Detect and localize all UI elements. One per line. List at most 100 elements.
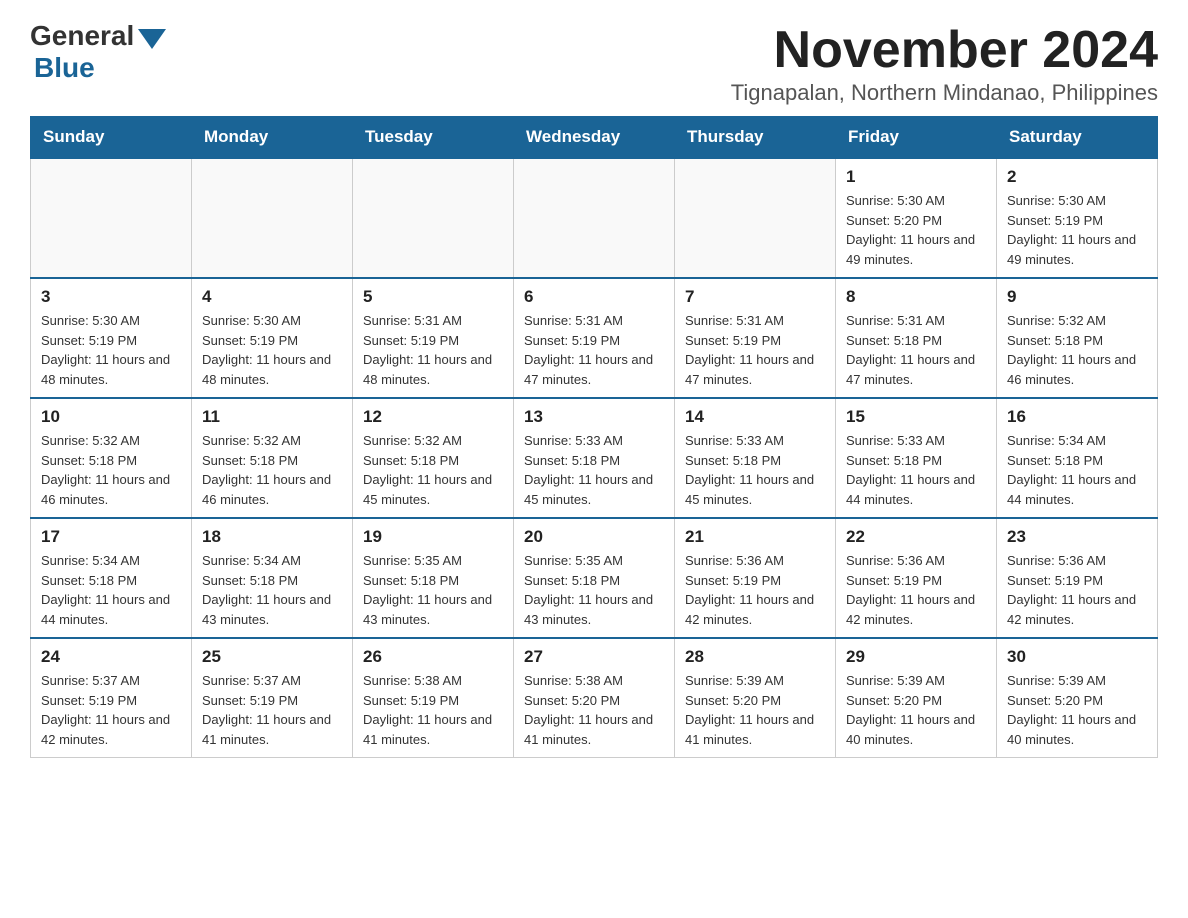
calendar-cell: 20 Sunrise: 5:35 AM Sunset: 5:18 PM Dayli… — [514, 518, 675, 638]
calendar-cell: 3 Sunrise: 5:30 AM Sunset: 5:19 PM Daylig… — [31, 278, 192, 398]
week-row-2: 3 Sunrise: 5:30 AM Sunset: 5:19 PM Daylig… — [31, 278, 1158, 398]
logo-general-text: General — [30, 20, 134, 52]
day-info: Sunrise: 5:33 AM Sunset: 5:18 PM Dayligh… — [524, 431, 664, 509]
day-number: 12 — [363, 407, 503, 427]
day-number: 17 — [41, 527, 181, 547]
day-info: Sunrise: 5:32 AM Sunset: 5:18 PM Dayligh… — [202, 431, 342, 509]
day-number: 1 — [846, 167, 986, 187]
day-number: 25 — [202, 647, 342, 667]
month-title: November 2024 — [731, 20, 1158, 80]
day-number: 13 — [524, 407, 664, 427]
calendar-cell — [353, 158, 514, 278]
day-number: 30 — [1007, 647, 1147, 667]
day-number: 6 — [524, 287, 664, 307]
calendar-cell: 18 Sunrise: 5:34 AM Sunset: 5:18 PM Dayli… — [192, 518, 353, 638]
day-number: 26 — [363, 647, 503, 667]
day-info: Sunrise: 5:36 AM Sunset: 5:19 PM Dayligh… — [1007, 551, 1147, 629]
day-info: Sunrise: 5:39 AM Sunset: 5:20 PM Dayligh… — [1007, 671, 1147, 749]
page-header: General Blue November 2024 Tignapalan, N… — [30, 20, 1158, 106]
day-number: 18 — [202, 527, 342, 547]
logo-arrow-icon — [138, 29, 166, 49]
day-number: 22 — [846, 527, 986, 547]
calendar-cell: 28 Sunrise: 5:39 AM Sunset: 5:20 PM Dayli… — [675, 638, 836, 758]
day-number: 29 — [846, 647, 986, 667]
calendar-cell: 9 Sunrise: 5:32 AM Sunset: 5:18 PM Daylig… — [997, 278, 1158, 398]
day-number: 27 — [524, 647, 664, 667]
week-row-3: 10 Sunrise: 5:32 AM Sunset: 5:18 PM Dayli… — [31, 398, 1158, 518]
calendar-cell: 21Sunrise: 5:36 AM Sunset: 5:19 PM Dayli… — [675, 518, 836, 638]
day-info: Sunrise: 5:30 AM Sunset: 5:19 PM Dayligh… — [41, 311, 181, 389]
calendar-cell: 25 Sunrise: 5:37 AM Sunset: 5:19 PM Dayli… — [192, 638, 353, 758]
day-info: Sunrise: 5:34 AM Sunset: 5:18 PM Dayligh… — [202, 551, 342, 629]
calendar-cell: 4 Sunrise: 5:30 AM Sunset: 5:19 PM Daylig… — [192, 278, 353, 398]
day-number: 5 — [363, 287, 503, 307]
calendar-cell: 19 Sunrise: 5:35 AM Sunset: 5:18 PM Dayli… — [353, 518, 514, 638]
day-info: Sunrise: 5:31 AM Sunset: 5:18 PM Dayligh… — [846, 311, 986, 389]
col-header-sunday: Sunday — [31, 117, 192, 159]
calendar-header-row: SundayMondayTuesdayWednesdayThursdayFrid… — [31, 117, 1158, 159]
col-header-wednesday: Wednesday — [514, 117, 675, 159]
col-header-tuesday: Tuesday — [353, 117, 514, 159]
calendar-cell: 1 Sunrise: 5:30 AM Sunset: 5:20 PM Daylig… — [836, 158, 997, 278]
logo: General Blue — [30, 20, 166, 84]
day-info: Sunrise: 5:38 AM Sunset: 5:20 PM Dayligh… — [524, 671, 664, 749]
week-row-1: 1 Sunrise: 5:30 AM Sunset: 5:20 PM Daylig… — [31, 158, 1158, 278]
col-header-monday: Monday — [192, 117, 353, 159]
calendar-cell: 14Sunrise: 5:33 AM Sunset: 5:18 PM Dayli… — [675, 398, 836, 518]
day-number: 10 — [41, 407, 181, 427]
calendar-cell: 24Sunrise: 5:37 AM Sunset: 5:19 PM Dayli… — [31, 638, 192, 758]
day-info: Sunrise: 5:35 AM Sunset: 5:18 PM Dayligh… — [363, 551, 503, 629]
day-number: 4 — [202, 287, 342, 307]
calendar-cell: 15 Sunrise: 5:33 AM Sunset: 5:18 PM Dayli… — [836, 398, 997, 518]
day-number: 19 — [363, 527, 503, 547]
day-number: 15 — [846, 407, 986, 427]
calendar-table: SundayMondayTuesdayWednesdayThursdayFrid… — [30, 116, 1158, 758]
calendar-cell: 8Sunrise: 5:31 AM Sunset: 5:18 PM Daylig… — [836, 278, 997, 398]
day-info: Sunrise: 5:35 AM Sunset: 5:18 PM Dayligh… — [524, 551, 664, 629]
day-info: Sunrise: 5:37 AM Sunset: 5:19 PM Dayligh… — [202, 671, 342, 749]
day-number: 23 — [1007, 527, 1147, 547]
day-number: 3 — [41, 287, 181, 307]
day-info: Sunrise: 5:33 AM Sunset: 5:18 PM Dayligh… — [846, 431, 986, 509]
logo-blue-text: Blue — [34, 52, 95, 84]
calendar-cell: 2 Sunrise: 5:30 AM Sunset: 5:19 PM Daylig… — [997, 158, 1158, 278]
calendar-cell: 26Sunrise: 5:38 AM Sunset: 5:19 PM Dayli… — [353, 638, 514, 758]
calendar-cell: 11 Sunrise: 5:32 AM Sunset: 5:18 PM Dayli… — [192, 398, 353, 518]
calendar-cell — [514, 158, 675, 278]
day-info: Sunrise: 5:31 AM Sunset: 5:19 PM Dayligh… — [363, 311, 503, 389]
day-info: Sunrise: 5:34 AM Sunset: 5:18 PM Dayligh… — [41, 551, 181, 629]
day-number: 21 — [685, 527, 825, 547]
day-info: Sunrise: 5:30 AM Sunset: 5:20 PM Dayligh… — [846, 191, 986, 269]
day-number: 16 — [1007, 407, 1147, 427]
day-info: Sunrise: 5:30 AM Sunset: 5:19 PM Dayligh… — [1007, 191, 1147, 269]
day-info: Sunrise: 5:32 AM Sunset: 5:18 PM Dayligh… — [363, 431, 503, 509]
calendar-cell — [31, 158, 192, 278]
day-number: 28 — [685, 647, 825, 667]
day-info: Sunrise: 5:30 AM Sunset: 5:19 PM Dayligh… — [202, 311, 342, 389]
week-row-5: 24Sunrise: 5:37 AM Sunset: 5:19 PM Dayli… — [31, 638, 1158, 758]
day-info: Sunrise: 5:37 AM Sunset: 5:19 PM Dayligh… — [41, 671, 181, 749]
calendar-cell: 5 Sunrise: 5:31 AM Sunset: 5:19 PM Daylig… — [353, 278, 514, 398]
day-info: Sunrise: 5:39 AM Sunset: 5:20 PM Dayligh… — [685, 671, 825, 749]
day-info: Sunrise: 5:34 AM Sunset: 5:18 PM Dayligh… — [1007, 431, 1147, 509]
day-number: 2 — [1007, 167, 1147, 187]
calendar-cell — [192, 158, 353, 278]
day-number: 11 — [202, 407, 342, 427]
day-info: Sunrise: 5:36 AM Sunset: 5:19 PM Dayligh… — [846, 551, 986, 629]
week-row-4: 17 Sunrise: 5:34 AM Sunset: 5:18 PM Dayli… — [31, 518, 1158, 638]
calendar-cell: 10Sunrise: 5:32 AM Sunset: 5:18 PM Dayli… — [31, 398, 192, 518]
calendar-cell: 30 Sunrise: 5:39 AM Sunset: 5:20 PM Dayli… — [997, 638, 1158, 758]
col-header-saturday: Saturday — [997, 117, 1158, 159]
day-number: 9 — [1007, 287, 1147, 307]
calendar-cell: 6Sunrise: 5:31 AM Sunset: 5:19 PM Daylig… — [514, 278, 675, 398]
day-number: 20 — [524, 527, 664, 547]
calendar-cell: 23 Sunrise: 5:36 AM Sunset: 5:19 PM Dayli… — [997, 518, 1158, 638]
calendar-cell: 27 Sunrise: 5:38 AM Sunset: 5:20 PM Dayli… — [514, 638, 675, 758]
col-header-friday: Friday — [836, 117, 997, 159]
title-section: November 2024 Tignapalan, Northern Minda… — [731, 20, 1158, 106]
day-info: Sunrise: 5:31 AM Sunset: 5:19 PM Dayligh… — [685, 311, 825, 389]
calendar-cell: 7Sunrise: 5:31 AM Sunset: 5:19 PM Daylig… — [675, 278, 836, 398]
day-info: Sunrise: 5:32 AM Sunset: 5:18 PM Dayligh… — [1007, 311, 1147, 389]
day-info: Sunrise: 5:33 AM Sunset: 5:18 PM Dayligh… — [685, 431, 825, 509]
calendar-cell: 17 Sunrise: 5:34 AM Sunset: 5:18 PM Dayli… — [31, 518, 192, 638]
